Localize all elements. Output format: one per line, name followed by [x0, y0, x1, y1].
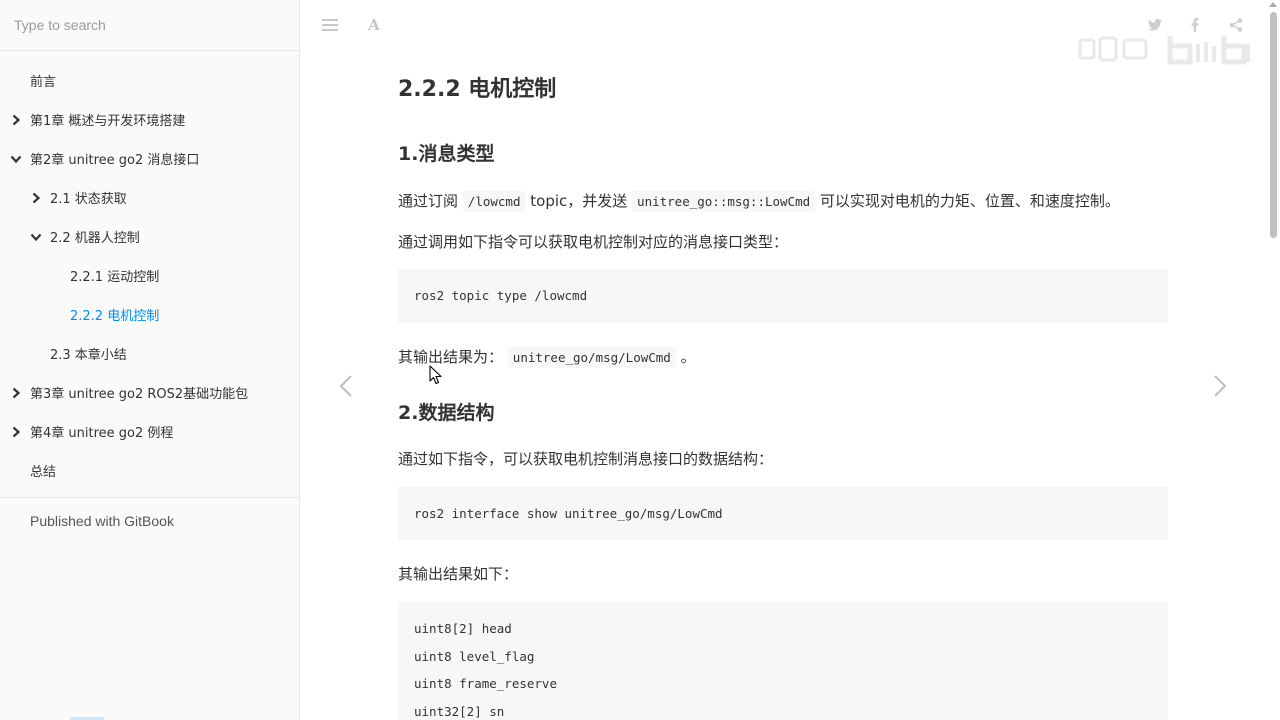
paragraph-subscribe: 通过订阅 /lowcmd topic，并发送 unitree_go::msg::…: [398, 189, 1168, 214]
font-settings-icon[interactable]: A: [365, 16, 383, 34]
previous-page-arrow-icon[interactable]: [334, 374, 358, 398]
sidebar-item-label: 第3章 unitree go2 ROS2基础功能包: [30, 387, 249, 402]
scrollbar[interactable]: [1267, 0, 1280, 720]
sidebar-item[interactable]: 2.2.2 电机控制: [0, 295, 299, 334]
sidebar-item[interactable]: 第1章 概述与开发环境搭建: [0, 100, 299, 139]
chevron-right-icon[interactable]: [9, 113, 23, 127]
code-line: uint8 level_flag: [414, 648, 535, 664]
menu-icon[interactable]: [321, 16, 339, 34]
sidebar-item-label: 总结: [30, 465, 57, 480]
sidebar-item[interactable]: 2.3 本章小结: [0, 334, 299, 373]
sidebar-item-label: 第1章 概述与开发环境搭建: [30, 114, 186, 129]
code-line: ros2 topic type /lowcmd: [414, 288, 588, 303]
table-of-contents: 前言第1章 概述与开发环境搭建 第2章 unitree go2 消息接口 2.1 状…: [0, 51, 299, 490]
mouse-cursor-icon: [429, 365, 442, 385]
sidebar-item-label: 2.1 状态获取: [50, 192, 127, 207]
chevron-right-icon[interactable]: [9, 425, 23, 439]
text-fragment: 通过订阅: [398, 192, 459, 210]
sidebar-item[interactable]: 2.1 状态获取: [0, 178, 299, 217]
sidebar-item-label: 第4章 unitree go2 例程: [30, 426, 174, 441]
text-fragment: 可以实现对电机的力矩、位置、和速度控制。: [819, 192, 1120, 210]
paragraph-get-structure: 通过如下指令，可以获取电机控制消息接口的数据结构：: [398, 449, 774, 468]
scroll-up-arrow-icon[interactable]: [1269, 2, 1277, 7]
inline-code-lowcmd-type: unitree_go::msg::LowCmd: [632, 191, 816, 212]
code-line: ros2 interface show unitree_go/msg/LowCm…: [414, 505, 723, 521]
text-fragment: topic，并发送: [530, 192, 628, 210]
next-page-arrow-icon[interactable]: [1208, 374, 1232, 398]
sidebar: 前言第1章 概述与开发环境搭建第2章 unitree go2 消息接口 2.1 状…: [0, 0, 300, 720]
code-line: uint32[2] sn: [414, 703, 505, 719]
section-heading-message-type: 1.消息类型: [398, 143, 495, 165]
sidebar-item-label: 第2章 unitree go2 消息接口: [30, 153, 200, 168]
sidebar-item-label: 2.3 本章小结: [50, 348, 127, 363]
chevron-right-icon[interactable]: [29, 191, 43, 205]
inline-code-output-type: unitree_go/msg/LowCmd: [507, 346, 676, 368]
sidebar-item[interactable]: 第3章 unitree go2 ROS2基础功能包: [0, 373, 299, 412]
search-input[interactable]: [14, 17, 284, 33]
scrollbar-thumb[interactable]: [1270, 12, 1277, 238]
published-with-gitbook-link[interactable]: Published with GitBook: [0, 513, 299, 529]
section-heading-data-structure: 2.数据结构: [398, 401, 495, 424]
code-line: uint8[2] head: [414, 621, 512, 636]
paragraph-output-below: 其输出结果如下：: [398, 565, 519, 583]
paragraph-get-type: 通过调用如下指令可以获取电机控制对应的消息接口类型：: [398, 233, 789, 251]
text-fragment: 。: [680, 347, 696, 366]
sidebar-item[interactable]: 前言: [0, 61, 299, 100]
inline-code-lowcmd: /lowcmd: [462, 191, 526, 212]
chevron-down-icon[interactable]: [29, 230, 43, 244]
sidebar-item-label: 2.2 机器人控制: [50, 231, 140, 246]
code-line: uint8 frame_reserve: [414, 676, 557, 691]
sidebar-item-label: 前言: [30, 75, 57, 90]
paragraph-output: 其输出结果为： unitree_go/msg/LowCmd 。: [398, 345, 1168, 370]
sidebar-item[interactable]: 2.2.1 运动控制: [0, 256, 299, 295]
sidebar-item[interactable]: 总结: [0, 451, 299, 490]
sidebar-divider: [0, 497, 299, 498]
code-block-output: uint8[2] head uint8 level_flag uint8 fra…: [398, 602, 1168, 720]
code-block-interface-show: ros2 interface show unitree_go/msg/LowCm…: [398, 486, 1168, 540]
search-bar: [0, 0, 299, 51]
sidebar-item[interactable]: 2.2 机器人控制: [0, 217, 299, 256]
sidebar-item-label: 2.2.1 运动控制: [70, 270, 160, 285]
code-block-topic-type: ros2 topic type /lowcmd: [398, 269, 1168, 323]
sidebar-item[interactable]: 第4章 unitree go2 例程: [0, 412, 299, 451]
chevron-down-icon[interactable]: [9, 152, 23, 166]
text-fragment: 其输出结果为：: [398, 347, 504, 366]
chevron-right-icon[interactable]: [9, 386, 23, 400]
sidebar-item[interactable]: 第2章 unitree go2 消息接口: [0, 139, 299, 178]
page-content: 2.2.2 电机控制 1.消息类型 通过订阅 /lowcmd topic，并发送…: [398, 60, 1168, 720]
sidebar-item-label: 2.2.2 电机控制: [70, 309, 160, 324]
page-title: 2.2.2 电机控制: [398, 77, 557, 102]
